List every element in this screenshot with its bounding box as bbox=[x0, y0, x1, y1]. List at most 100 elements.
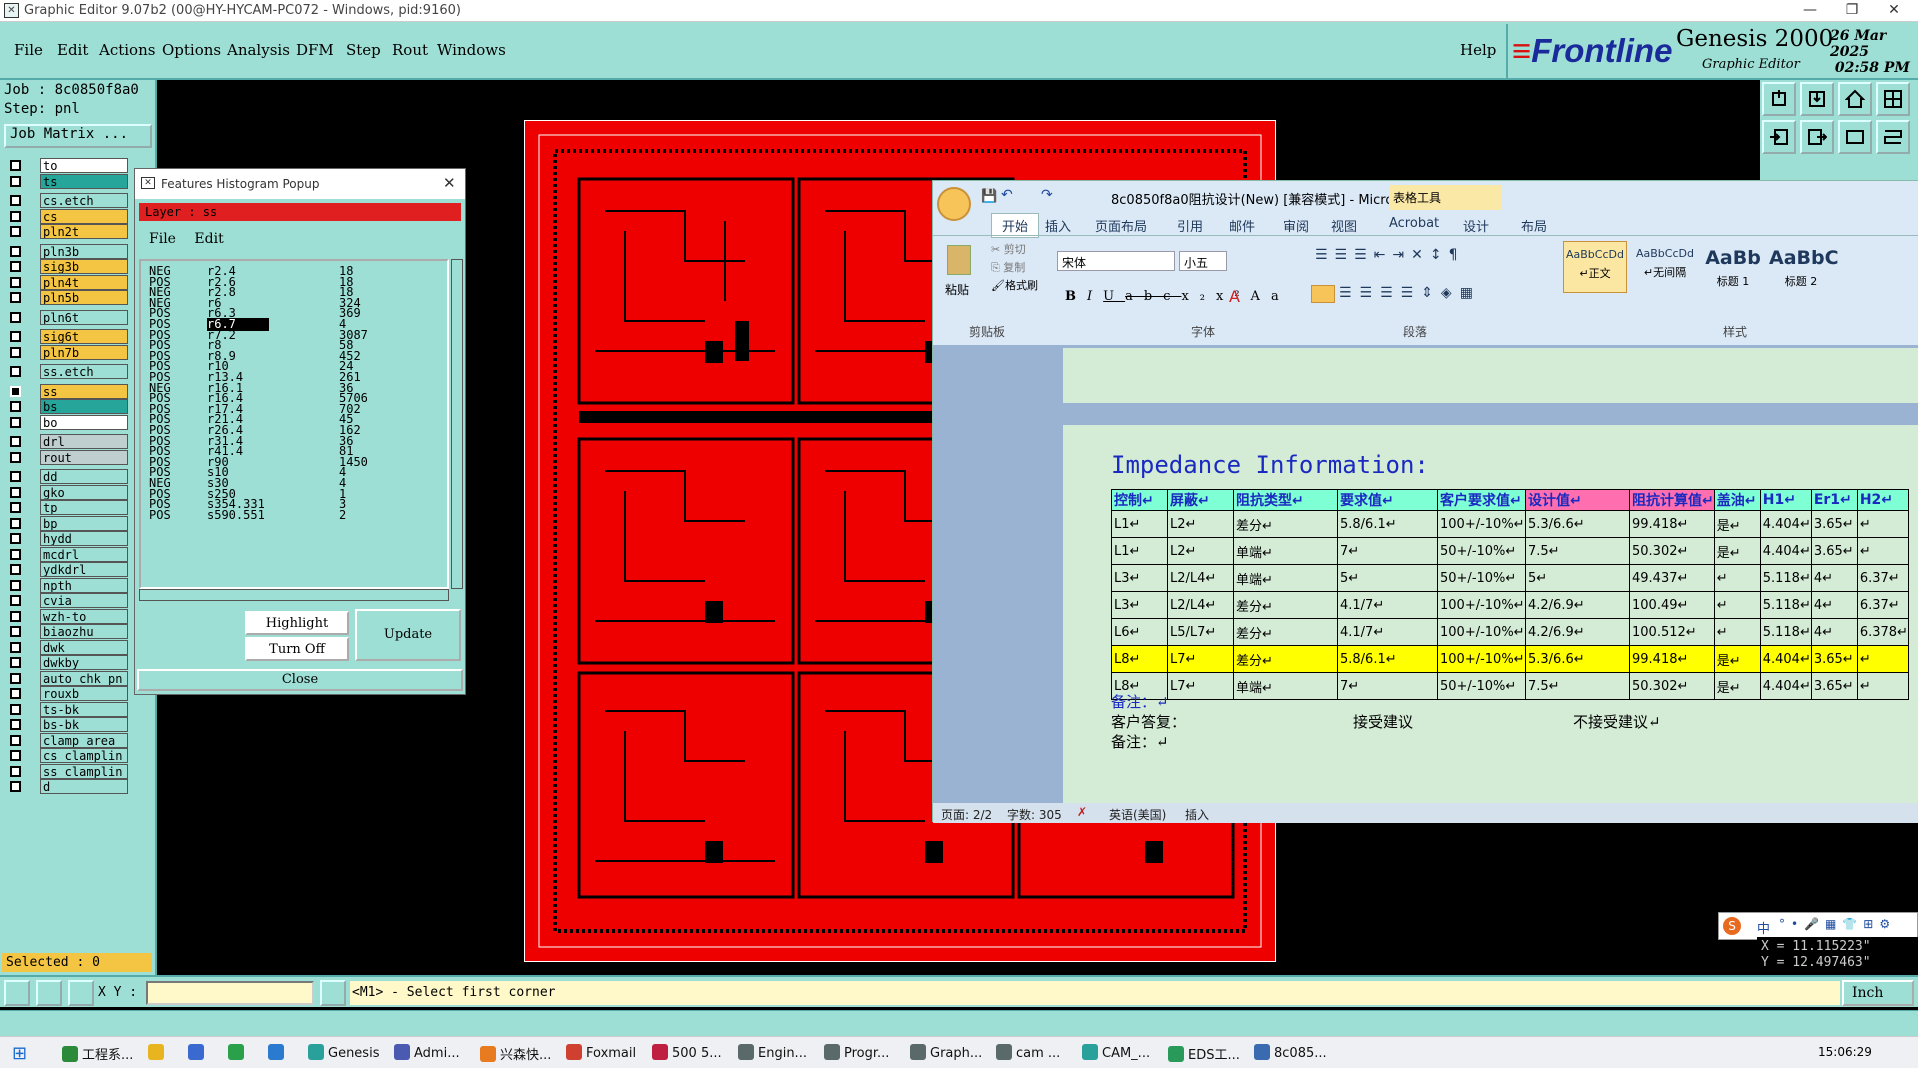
layer-checkbox[interactable] bbox=[10, 641, 21, 653]
table-cell[interactable]: 4.404↵ bbox=[1759, 645, 1812, 673]
layer-checkbox[interactable] bbox=[10, 486, 21, 498]
table-header-cell[interactable]: 设计值↵ bbox=[1525, 489, 1630, 511]
layer-checkbox[interactable] bbox=[10, 160, 21, 171]
table-cell[interactable]: 50.302↵ bbox=[1629, 537, 1715, 565]
layer-checkbox[interactable] bbox=[10, 657, 21, 668]
layer-checkbox[interactable] bbox=[10, 195, 21, 206]
table-cell[interactable]: 5.118↵ bbox=[1759, 564, 1812, 592]
style-option[interactable]: AaBbCcDd ↵正文 bbox=[1563, 241, 1627, 293]
layer-name[interactable]: pln4t bbox=[40, 274, 128, 290]
menu-options[interactable]: Options bbox=[162, 41, 221, 59]
table-cell[interactable]: 5↵ bbox=[1337, 564, 1438, 592]
layer-name[interactable]: dd bbox=[40, 469, 128, 484]
layer-checkbox[interactable] bbox=[10, 226, 21, 237]
table-cell[interactable]: ↵ bbox=[1713, 591, 1761, 619]
transfer-icon[interactable] bbox=[1838, 120, 1872, 154]
layer-name[interactable]: dwkby bbox=[40, 655, 128, 670]
histogram-close-button[interactable]: Close bbox=[137, 669, 463, 691]
maximize-button[interactable]: ❐ bbox=[1832, 2, 1872, 20]
table-cell[interactable]: 100.49↵ bbox=[1629, 591, 1715, 619]
ribbon-tab[interactable]: Acrobat bbox=[1389, 216, 1439, 231]
table-cell[interactable]: 5↵ bbox=[1525, 564, 1630, 592]
taskbar-item[interactable]: 500 5... bbox=[652, 1044, 722, 1064]
table-cell[interactable]: 6.37↵ bbox=[1856, 564, 1909, 592]
font-name-select[interactable]: 宋体 bbox=[1057, 251, 1175, 271]
font-format-buttons[interactable]: BIUabcx₂x²Aa bbox=[1065, 289, 1290, 304]
table-cell[interactable]: 99.418↵ bbox=[1629, 510, 1715, 538]
layer-checkbox[interactable] bbox=[10, 471, 21, 482]
minimize-button[interactable]: — bbox=[1790, 2, 1830, 20]
table-cell[interactable]: 5.118↵ bbox=[1759, 591, 1812, 619]
style-option[interactable]: AaBb 标题 1 bbox=[1701, 241, 1765, 293]
table-cell[interactable]: 差分↵ bbox=[1233, 645, 1338, 673]
histogram-list[interactable]: NEG r2.4 18 POS r2.6 18 NEG r2.8 18 NEG r6 324 POS r6… bbox=[139, 259, 449, 589]
layer-name[interactable]: mcdrl bbox=[40, 546, 128, 562]
layer-name[interactable]: ss_clamplin bbox=[40, 763, 128, 779]
layer-name[interactable]: biaozhu bbox=[40, 624, 128, 639]
taskbar-item[interactable]: Graph... bbox=[910, 1044, 982, 1064]
table-cell[interactable]: 5.8/6.1↵ bbox=[1337, 510, 1438, 538]
align-buttons[interactable]: ☰☰☰☰⇕◈▦ bbox=[1339, 285, 1499, 303]
layer-row[interactable]: mcdrl bbox=[8, 546, 128, 562]
layer-checkbox[interactable] bbox=[10, 366, 21, 377]
histogram-row[interactable]: POS s590.551 2 bbox=[149, 508, 447, 522]
histogram-menu-edit[interactable]: Edit bbox=[194, 231, 223, 247]
layer-row[interactable]: ts bbox=[8, 173, 128, 189]
layer-name[interactable]: ts-bk bbox=[40, 701, 128, 717]
layer-row[interactable]: pln6t bbox=[8, 309, 128, 325]
table-cell[interactable]: ↵ bbox=[1856, 672, 1909, 700]
layer-name[interactable]: npth bbox=[40, 577, 128, 593]
table-cell[interactable]: 7↵ bbox=[1337, 537, 1438, 565]
layer-name[interactable]: cvia bbox=[40, 593, 128, 608]
layer-name[interactable]: auto_chk_pn bbox=[40, 670, 128, 686]
table-header-cell[interactable]: 阻抗类型↵ bbox=[1233, 489, 1338, 511]
table-cell[interactable]: L7↵ bbox=[1167, 645, 1234, 673]
layer-row[interactable]: ss_clamplin bbox=[8, 763, 128, 779]
table-cell[interactable]: ↵ bbox=[1856, 645, 1909, 673]
table-cell[interactable]: L5/L7↵ bbox=[1167, 618, 1234, 646]
layer-name[interactable]: bo bbox=[40, 414, 128, 430]
layer-checkbox[interactable] bbox=[10, 245, 21, 257]
menu-dfm[interactable]: DFM bbox=[296, 41, 334, 59]
layer-row[interactable]: biaozhu bbox=[8, 624, 128, 639]
taskbar-item[interactable] bbox=[148, 1044, 168, 1064]
taskbar-item[interactable]: Foxmail bbox=[566, 1044, 636, 1064]
proofing-icon[interactable]: ✗ bbox=[1077, 805, 1087, 819]
table-cell[interactable]: L6↵ bbox=[1111, 618, 1168, 646]
table-cell[interactable]: 4.404↵ bbox=[1759, 510, 1812, 538]
layer-checkbox[interactable] bbox=[10, 610, 21, 622]
taskbar-item[interactable]: CAM_... bbox=[1082, 1044, 1150, 1064]
table-cell[interactable]: 50+/-10%↵ bbox=[1437, 564, 1526, 592]
layer-checkbox[interactable] bbox=[10, 548, 21, 560]
close-button[interactable]: ✕ bbox=[1874, 2, 1914, 20]
table-cell[interactable]: 4.404↵ bbox=[1759, 537, 1812, 565]
clock[interactable]: 15:06:29 bbox=[1818, 1045, 1872, 1059]
layer-row[interactable]: pln5b bbox=[8, 290, 128, 305]
layer-checkbox[interactable] bbox=[10, 416, 21, 428]
layer-checkbox[interactable] bbox=[10, 385, 21, 397]
menu-analysis[interactable]: Analysis bbox=[227, 41, 290, 59]
layer-name[interactable]: cs_clamplin bbox=[40, 748, 128, 763]
popup-close-icon[interactable]: ✕ bbox=[443, 174, 456, 192]
table-cell[interactable]: 5.8/6.1↵ bbox=[1337, 645, 1438, 673]
layer-row[interactable]: wzh-to bbox=[8, 608, 128, 624]
language-indicator[interactable]: 英语(美国) bbox=[1109, 806, 1166, 823]
layer-name[interactable]: sig3b bbox=[40, 259, 128, 274]
font-size-select[interactable]: 小五 bbox=[1179, 251, 1227, 271]
layer-checkbox[interactable] bbox=[10, 564, 21, 575]
word-count[interactable]: 字数: 305 bbox=[1007, 806, 1062, 823]
layer-row[interactable]: bs bbox=[8, 399, 128, 414]
grid-icon[interactable] bbox=[68, 980, 94, 1006]
table-cell[interactable]: 4.1/7↵ bbox=[1337, 618, 1438, 646]
histogram-scrollbar[interactable] bbox=[451, 259, 463, 589]
layer-name[interactable]: wzh-to bbox=[40, 608, 128, 624]
layer-row[interactable]: tp bbox=[8, 500, 128, 515]
menu-windows[interactable]: Windows bbox=[437, 41, 506, 59]
taskbar-item[interactable] bbox=[188, 1044, 208, 1064]
table-cell[interactable]: 100+/-10%↵ bbox=[1437, 591, 1526, 619]
layer-checkbox[interactable] bbox=[10, 311, 21, 323]
table-cell[interactable]: 3.65↵ bbox=[1810, 537, 1858, 565]
layer-row[interactable]: pln4t bbox=[8, 274, 128, 290]
measure-icon[interactable] bbox=[36, 980, 62, 1006]
layer-checkbox[interactable] bbox=[10, 703, 21, 715]
